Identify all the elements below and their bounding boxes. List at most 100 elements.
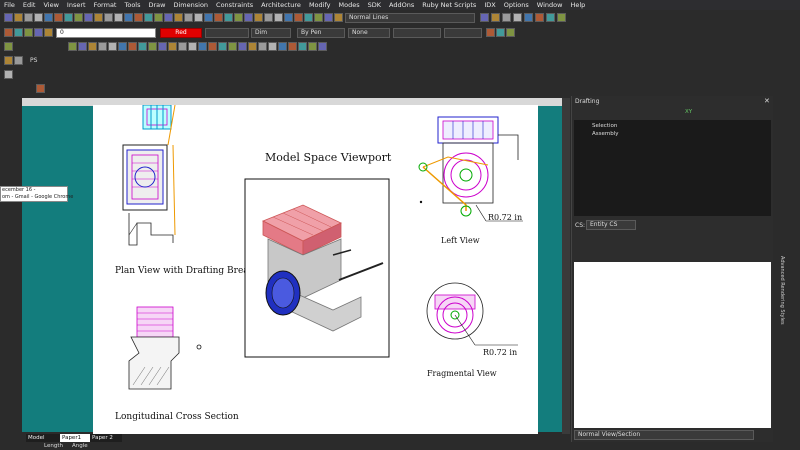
toolbar-tool-icon[interactable] (324, 13, 333, 22)
toolbar-tool-icon[interactable] (14, 28, 23, 37)
toolbar-tool-icon[interactable] (128, 42, 137, 51)
panel-close-icon[interactable]: ✕ (764, 97, 770, 105)
toolbar-tool-icon[interactable] (168, 42, 177, 51)
toolbar-tool-icon[interactable] (254, 13, 263, 22)
tab-paper2[interactable]: Paper 2 (90, 434, 122, 442)
toolbar-tool-icon[interactable] (14, 13, 23, 22)
menu-edit[interactable]: Edit (19, 0, 40, 10)
toolbar-tool-icon[interactable] (54, 13, 63, 22)
toolbar-tool-icon[interactable] (491, 13, 500, 22)
toolbar-tool-icon[interactable] (4, 56, 13, 65)
tab-model[interactable]: Model (26, 434, 60, 442)
toolbar-tool-icon[interactable] (248, 42, 257, 51)
toolbar-tool-icon[interactable] (194, 13, 203, 22)
cad-drawing[interactable]: Plan View with Drafting Break Model Spac… (93, 105, 538, 434)
menu-options[interactable]: Options (500, 0, 533, 10)
toolbar-tool-icon[interactable] (34, 28, 43, 37)
toolbar-tool-icon[interactable] (546, 13, 555, 22)
style-dropdown[interactable]: None (348, 28, 390, 38)
dimstyle-dropdown[interactable]: Dim (251, 28, 291, 38)
toolbar-tool-icon[interactable] (4, 28, 13, 37)
toolbar-tool-icon[interactable] (334, 13, 343, 22)
toolbar-tool-icon[interactable] (264, 13, 273, 22)
toolbar-tool-icon[interactable] (74, 13, 83, 22)
toolbar-tool-icon[interactable] (224, 13, 233, 22)
toolbar-tool-icon[interactable] (14, 56, 23, 65)
toolbar-tool-icon[interactable] (68, 42, 77, 51)
toolbar-tool-icon[interactable] (124, 13, 133, 22)
toolbar-tool-icon[interactable] (278, 42, 287, 51)
toolbar-tool-icon[interactable] (178, 42, 187, 51)
toolbar-tool-icon[interactable] (24, 13, 33, 22)
menu-view[interactable]: View (39, 0, 62, 10)
blank-dropdown-1[interactable] (393, 28, 441, 38)
toolbar-tool-icon[interactable] (288, 42, 297, 51)
toolbar-tool-icon[interactable] (234, 13, 243, 22)
menu-modes[interactable]: Modes (334, 0, 363, 10)
render-mode-dropdown[interactable]: Normal Lines (345, 13, 475, 23)
toolbar-tool-icon[interactable] (480, 13, 489, 22)
toolbar-tool-icon[interactable] (104, 13, 113, 22)
toolbar-tool-icon[interactable] (114, 13, 123, 22)
menu-window[interactable]: Window (533, 0, 567, 10)
lineweight-dropdown[interactable]: By Pen (297, 28, 345, 38)
menu-constraints[interactable]: Constraints (212, 0, 257, 10)
linetype-preview[interactable] (205, 28, 249, 38)
toolbar-tool-icon[interactable] (164, 13, 173, 22)
layer-dropdown[interactable]: 0 (56, 28, 156, 38)
menu-dimension[interactable]: Dimension (169, 0, 212, 10)
toolbar-tool-icon[interactable] (138, 42, 147, 51)
toolbar-tool-icon[interactable] (64, 13, 73, 22)
fragmental-view[interactable] (426, 282, 518, 346)
toolbar-tool-icon[interactable] (198, 42, 207, 51)
toolbar-tool-icon[interactable] (524, 13, 533, 22)
toolbar-tool-icon[interactable] (4, 42, 13, 51)
vertical-scrollbar[interactable] (562, 98, 570, 434)
toolbar-tool-icon[interactable] (34, 13, 43, 22)
tree-item-assembly[interactable]: Assembly (592, 131, 619, 137)
menu-idx[interactable]: IDX (480, 0, 499, 10)
toolbar-tool-icon[interactable] (158, 42, 167, 51)
toolbar-tool-icon[interactable] (506, 28, 515, 37)
toolbar-tool-icon[interactable] (486, 28, 495, 37)
toolbar-tool-icon[interactable] (535, 13, 544, 22)
toolbar-tool-icon[interactable] (502, 13, 511, 22)
toolbar-tool-icon[interactable] (144, 13, 153, 22)
menu-file[interactable]: File (0, 0, 19, 10)
toolbar-tool-icon[interactable] (118, 42, 127, 51)
toolbar-tool-icon[interactable] (218, 42, 227, 51)
view-section-dropdown[interactable]: Normal View/Section (574, 430, 754, 440)
menu-insert[interactable]: Insert (63, 0, 90, 10)
toolbar-tool-icon[interactable] (4, 13, 13, 22)
left-view[interactable] (418, 116, 523, 222)
menu-draw[interactable]: Draw (145, 0, 170, 10)
toolbar-tool-icon[interactable] (78, 42, 87, 51)
plan-view[interactable] (122, 105, 176, 246)
toolbar-tool-icon[interactable] (214, 13, 223, 22)
toolbar-tool-icon[interactable] (496, 28, 505, 37)
toolbar-tool-icon[interactable] (318, 42, 327, 51)
toolbar-tool-icon[interactable] (204, 13, 213, 22)
advanced-rendering-tab[interactable]: Advanced Rendering Styles (775, 256, 785, 336)
toolbar-tool-icon[interactable] (134, 13, 143, 22)
toolbar-tool-icon[interactable] (88, 42, 97, 51)
toolbar-tool-icon[interactable] (238, 42, 247, 51)
toolbar-tool-icon[interactable] (44, 13, 53, 22)
menu-tools[interactable]: Tools (120, 0, 144, 10)
toolbar-tool-icon[interactable] (184, 13, 193, 22)
menu-format[interactable]: Format (90, 0, 121, 10)
toolbar-tool-icon[interactable] (298, 42, 307, 51)
toolbar-tool-icon[interactable] (84, 13, 93, 22)
toolbar-tool-icon[interactable] (258, 42, 267, 51)
toolbar-tool-icon[interactable] (294, 13, 303, 22)
toolbar-tool-icon[interactable] (314, 13, 323, 22)
toolbar-tool-icon[interactable] (44, 28, 53, 37)
menu-modify[interactable]: Modify (305, 0, 335, 10)
menu-architecture[interactable]: Architecture (257, 0, 305, 10)
toolbar-tool-icon[interactable] (268, 42, 277, 51)
color-dropdown[interactable]: Red (160, 28, 202, 38)
toolbar-tool-icon[interactable] (208, 42, 217, 51)
toolbar-tool-icon[interactable] (188, 42, 197, 51)
cs-dropdown[interactable]: Entity CS (586, 220, 636, 230)
cross-section-view[interactable] (128, 306, 202, 390)
